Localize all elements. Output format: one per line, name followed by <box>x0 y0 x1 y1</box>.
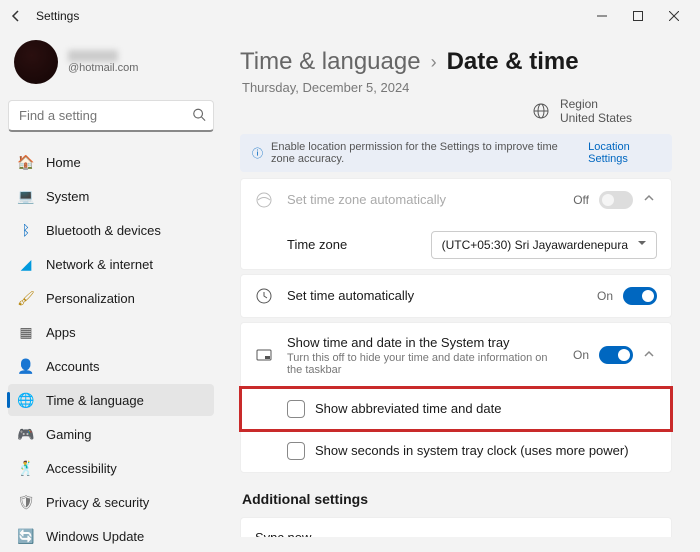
sidebar-item-label: Personalization <box>46 291 135 306</box>
sidebar-item-time-language[interactable]: 🌐 Time & language <box>8 384 214 416</box>
sidebar-item-bluetooth[interactable]: ᛒ Bluetooth & devices <box>8 214 214 246</box>
gaming-icon: 🎮 <box>18 426 34 442</box>
sidebar-item-label: Network & internet <box>46 257 153 272</box>
checkbox-label: Show abbreviated time and date <box>315 401 501 416</box>
sidebar-item-label: Accessibility <box>46 461 117 476</box>
main-content: Time & language › Date & time Thursday, … <box>222 32 700 537</box>
sidebar-item-home[interactable]: 🏠 Home <box>8 146 214 178</box>
bluetooth-icon: ᛒ <box>18 222 34 238</box>
sidebar-item-system[interactable]: 💻 System <box>8 180 214 212</box>
page-title: Date & time <box>447 48 579 76</box>
tray-icon <box>255 346 273 364</box>
sidebar-item-privacy[interactable]: 🛡 Privacy & security <box>8 486 214 518</box>
abbreviated-time-row[interactable]: Show abbreviated time and date <box>241 388 671 430</box>
sidebar-item-accessibility[interactable]: 🕺 Accessibility <box>8 452 214 484</box>
minimize-button[interactable] <box>584 2 620 30</box>
checkbox-label: Show seconds in system tray clock (uses … <box>315 443 629 458</box>
user-profile[interactable]: @hotmail.com <box>8 32 214 100</box>
chevron-up-icon[interactable] <box>643 348 657 363</box>
row-title: Show time and date in the System tray <box>287 335 559 350</box>
user-name <box>68 50 118 62</box>
home-icon: 🏠 <box>18 154 34 170</box>
card-set-timezone-auto: Set time zone automatically Off Time zon… <box>240 178 672 270</box>
sidebar: @hotmail.com 🏠 Home 💻 System ᛒ Bluetooth & … <box>0 32 222 537</box>
row-subtitle: Turn this off to hide your time and date… <box>287 352 559 376</box>
region-label: Region <box>560 97 632 111</box>
banner-text: Enable location permission for the Setti… <box>271 141 580 165</box>
time-icon: 🌐 <box>18 392 34 408</box>
update-icon: 🔄 <box>18 528 34 544</box>
sidebar-item-network[interactable]: ◢ Network & internet <box>8 248 214 280</box>
card-sync-now: Sync now Last successful time synchroniz… <box>240 517 672 537</box>
back-button[interactable] <box>8 8 24 24</box>
sidebar-item-gaming[interactable]: 🎮 Gaming <box>8 418 214 450</box>
personalization-icon: 🖌 <box>18 290 34 306</box>
sidebar-item-label: Apps <box>46 325 76 340</box>
toggle-state: On <box>573 348 589 362</box>
privacy-icon: 🛡 <box>18 494 34 510</box>
network-icon: ◢ <box>18 256 34 272</box>
tray-toggle[interactable] <box>599 346 633 364</box>
sidebar-item-label: Accounts <box>46 359 99 374</box>
sidebar-item-label: Gaming <box>46 427 92 442</box>
chevron-up-icon[interactable] <box>643 192 657 207</box>
toggle-state: On <box>597 289 613 303</box>
seconds-checkbox[interactable] <box>287 442 305 460</box>
current-datetime: Thursday, December 5, 2024 <box>240 80 672 95</box>
sidebar-item-personalization[interactable]: 🖌 Personalization <box>8 282 214 314</box>
breadcrumb: Time & language › Date & time <box>240 32 672 80</box>
timezone-icon <box>255 191 273 209</box>
sidebar-item-label: Bluetooth & devices <box>46 223 161 238</box>
clock-icon <box>255 287 273 305</box>
titlebar: Settings <box>0 0 700 32</box>
timezone-auto-toggle <box>599 191 633 209</box>
system-icon: 💻 <box>18 188 34 204</box>
chevron-right-icon: › <box>431 52 437 73</box>
avatar <box>14 40 58 84</box>
user-email: @hotmail.com <box>68 62 138 74</box>
accessibility-icon: 🕺 <box>18 460 34 476</box>
accounts-icon: 👤 <box>18 358 34 374</box>
toggle-state: Off <box>573 193 589 207</box>
sync-title: Sync now <box>255 530 563 537</box>
region-value: United States <box>560 111 632 125</box>
time-auto-toggle[interactable] <box>623 287 657 305</box>
globe-icon <box>532 102 550 120</box>
abbreviated-checkbox[interactable] <box>287 400 305 418</box>
window-title: Settings <box>36 9 79 23</box>
info-icon: ⓘ <box>252 145 263 161</box>
row-title: Set time zone automatically <box>287 192 559 207</box>
sidebar-item-apps[interactable]: ▦ Apps <box>8 316 214 348</box>
apps-icon: ▦ <box>18 324 34 340</box>
card-system-tray: Show time and date in the System tray Tu… <box>240 322 672 473</box>
sidebar-item-label: Windows Update <box>46 529 144 544</box>
card-set-time-auto: Set time automatically On <box>240 274 672 318</box>
timezone-dropdown[interactable]: (UTC+05:30) Sri Jayawardenepura <box>431 231 657 259</box>
timezone-label: Time zone <box>287 237 417 252</box>
section-heading: Additional settings <box>242 491 672 507</box>
nav-list: 🏠 Home 💻 System ᛒ Bluetooth & devices ◢ Netw… <box>8 146 214 552</box>
sidebar-item-label: System <box>46 189 89 204</box>
show-seconds-row[interactable]: Show seconds in system tray clock (uses … <box>241 430 671 472</box>
search-input[interactable] <box>8 100 214 132</box>
sidebar-item-label: Time & language <box>46 393 144 408</box>
close-button[interactable] <box>656 2 692 30</box>
info-banner: ⓘ Enable location permission for the Set… <box>240 134 672 172</box>
search-icon <box>192 108 206 125</box>
sidebar-item-windows-update[interactable]: 🔄 Windows Update <box>8 520 214 552</box>
location-settings-link[interactable]: Location Settings <box>588 141 660 165</box>
row-title: Set time automatically <box>287 288 583 303</box>
breadcrumb-parent[interactable]: Time & language <box>240 48 421 76</box>
sidebar-item-accounts[interactable]: 👤 Accounts <box>8 350 214 382</box>
sidebar-item-label: Privacy & security <box>46 495 149 510</box>
maximize-button[interactable] <box>620 2 656 30</box>
sidebar-item-label: Home <box>46 155 81 170</box>
